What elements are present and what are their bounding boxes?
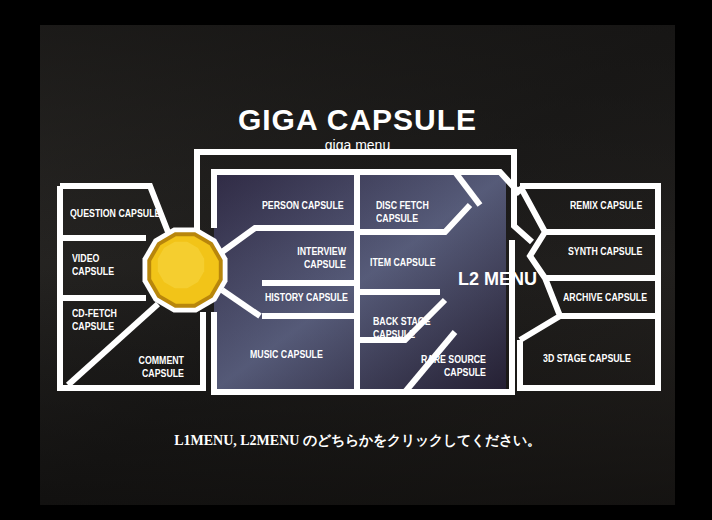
menu-item[interactable]: BACK STAGE CAPSULE [373, 316, 435, 341]
menu-item[interactable]: PERSON CAPSULE [262, 200, 344, 213]
giga-capsule-screen: GIGA CAPSULEgiga menu QUESTION CAPSULE VID… [0, 0, 712, 520]
menu-item[interactable]: ARCHIVE CAPSULE [563, 292, 647, 305]
menu-item[interactable]: RARE SOURCE CAPSULE [412, 354, 486, 379]
menu-item[interactable]: MUSIC CAPSULE [250, 349, 323, 362]
header: GIGA CAPSULEgiga menu [40, 103, 675, 153]
title: GIGA CAPSULE [238, 103, 477, 137]
l2-menu-label[interactable]: L2 MENU [458, 268, 537, 290]
instruction: L1MENU, L2MENU のどちらかをクリックしてください。 [40, 430, 675, 451]
l1-menu-button-icon[interactable] [143, 228, 228, 313]
menu-item[interactable]: QUESTION CAPSULE [70, 208, 160, 221]
menu-item[interactable]: ITEM CAPSULE [370, 257, 436, 270]
menu-item[interactable]: INTERVIEW CAPSULE [269, 246, 346, 271]
menu-item[interactable]: DISC FETCH CAPSULE [376, 200, 436, 225]
menu-item[interactable]: REMIX CAPSULE [570, 200, 642, 213]
menu-item[interactable]: SYNTH CAPSULE [568, 246, 642, 259]
menu-item[interactable]: CD-FETCH CAPSULE [72, 308, 125, 333]
menu-item[interactable]: HISTORY CAPSULE [265, 292, 348, 305]
menu-item[interactable]: COMMENT CAPSULE [115, 355, 184, 380]
menu-item[interactable]: 3D STAGE CAPSULE [543, 353, 631, 366]
menu-item[interactable]: VIDEO CAPSULE [72, 253, 121, 278]
